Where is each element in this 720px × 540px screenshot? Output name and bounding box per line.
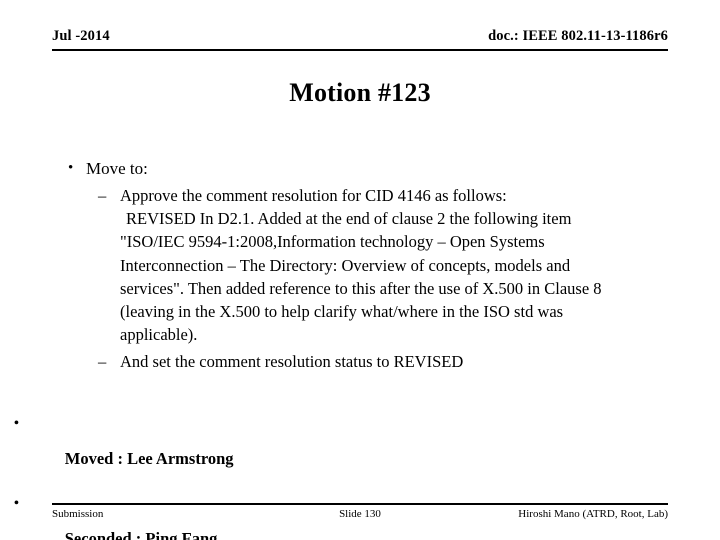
motion-seconder-label: Seconded : Ping Fang	[64, 529, 218, 540]
resolution-line: REVISED In D2.1. Added at the end of cla…	[126, 209, 572, 229]
resolution-line: "ISO/IEC 9594-1:2008,Information technol…	[120, 232, 545, 252]
header-row: Jul -2014 doc.: IEEE 802.11-13-1186r6	[52, 28, 668, 45]
outline-level2-item: – Approve the comment resolution for CID…	[58, 184, 718, 347]
resolution-line: applicable).	[120, 325, 198, 345]
bullet-icon: •	[68, 160, 74, 176]
footer-divider	[52, 503, 668, 505]
motion-mover-row: • Moved : Lee Armstrong	[6, 416, 546, 484]
header-document-number: doc.: IEEE 802.11-13-1186r6	[488, 28, 668, 44]
bullet-icon: •	[14, 416, 19, 431]
header-divider	[52, 49, 668, 51]
motion-mover-label: Moved : Lee Armstrong	[64, 449, 234, 468]
outline-level1-item: • Move to:	[58, 158, 718, 181]
header-date: Jul -2014	[52, 28, 110, 44]
bullet-icon: •	[14, 496, 19, 511]
resolution-line: (leaving in the X.500 to help clarify wh…	[120, 302, 564, 322]
outline-level2-body: And set the comment resolution status to…	[120, 350, 718, 373]
presentation-slide: Jul -2014 doc.: IEEE 802.11-13-1186r6 Mo…	[0, 0, 720, 540]
resolution-line: Interconnection – The Directory: Overvie…	[120, 255, 571, 275]
resolution-line: services". Then added reference to this …	[120, 278, 602, 298]
resolution-status-line: And set the comment resolution status to…	[120, 351, 464, 371]
footer-author-label: Hiroshi Mano (ATRD, Root, Lab)	[518, 508, 668, 520]
page-title: Motion #123	[289, 78, 431, 107]
outline-level1-label: Move to:	[86, 159, 148, 178]
footer-row: Submission Slide 130 Hiroshi Mano (ATRD,…	[52, 508, 668, 524]
resolution-lead-line: Approve the comment resolution for CID 4…	[120, 185, 507, 205]
slide-header: Jul -2014 doc.: IEEE 802.11-13-1186r6	[52, 28, 668, 52]
outline-level2-item: – And set the comment resolution status …	[58, 350, 718, 373]
outline-level2-body: Approve the comment resolution for CID 4…	[120, 184, 718, 347]
slide-body: • Move to: – Approve the comment resolut…	[58, 158, 718, 373]
dash-icon: –	[98, 185, 107, 205]
dash-icon: –	[98, 351, 107, 371]
